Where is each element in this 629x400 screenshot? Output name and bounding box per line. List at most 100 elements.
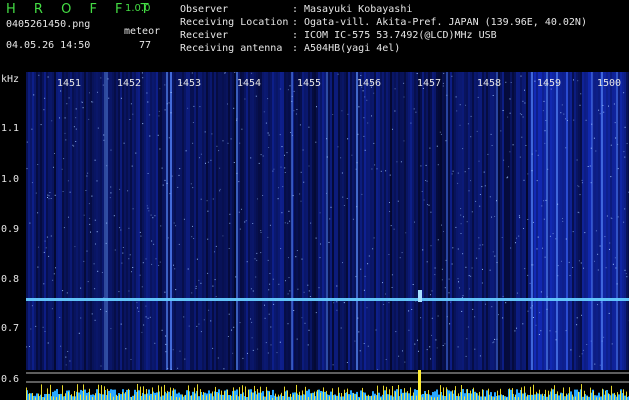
noise-dot xyxy=(239,142,241,144)
noise-dot xyxy=(263,111,265,113)
amplitude-peak xyxy=(458,393,459,400)
noise-dot xyxy=(557,203,559,205)
amplitude-bar xyxy=(240,393,242,400)
noise-dot xyxy=(91,195,93,197)
noise-column xyxy=(480,72,482,380)
noise-dot xyxy=(195,285,197,287)
noise-dot xyxy=(100,308,102,310)
amplitude-peak xyxy=(581,384,582,400)
amplitude-peak xyxy=(266,386,267,400)
noise-dot xyxy=(398,355,400,357)
noise-dot xyxy=(233,162,235,163)
amplitude-bar xyxy=(384,390,386,400)
noise-dot xyxy=(336,309,338,311)
noise-column xyxy=(216,72,218,380)
amplitude-peak xyxy=(497,390,498,400)
noise-dot xyxy=(514,330,516,332)
noise-column xyxy=(514,72,516,380)
amplitude-peak xyxy=(161,386,162,400)
noise-dot xyxy=(466,221,468,223)
noise-dot xyxy=(494,216,496,217)
noise-dot xyxy=(385,359,387,360)
noise-dot xyxy=(269,273,271,274)
noise-dot xyxy=(83,214,85,216)
amplitude-peak xyxy=(68,391,69,400)
noise-dot xyxy=(307,344,309,346)
y-tick-label: 0.8 xyxy=(1,274,20,285)
noise-column xyxy=(72,72,74,380)
noise-column xyxy=(140,72,142,380)
noise-dot xyxy=(536,248,538,250)
meteor-streak xyxy=(166,72,168,370)
noise-dot xyxy=(430,245,432,247)
noise-column xyxy=(412,72,414,380)
amplitude-peak xyxy=(137,384,138,400)
noise-dot xyxy=(267,259,269,261)
amplitude-peak xyxy=(521,387,522,400)
amplitude-peak xyxy=(215,386,216,400)
noise-column xyxy=(394,72,396,380)
noise-dot xyxy=(184,358,186,360)
amplitude-peak xyxy=(212,391,213,400)
noise-column xyxy=(250,72,252,380)
amplitude-peak xyxy=(389,389,390,400)
meteor-streak xyxy=(591,72,593,370)
noise-column xyxy=(518,72,520,380)
noise-dot xyxy=(239,228,241,230)
noise-dot xyxy=(308,126,310,128)
noise-dot xyxy=(245,220,247,222)
noise-dot xyxy=(230,138,232,140)
noise-dot xyxy=(340,327,342,329)
amplitude-bar xyxy=(540,394,542,400)
noise-dot xyxy=(330,206,332,208)
noise-dot xyxy=(315,237,317,239)
noise-dot xyxy=(489,196,491,198)
noise-dot xyxy=(80,317,82,319)
noise-column xyxy=(238,72,240,380)
noise-dot xyxy=(164,109,166,111)
noise-dot xyxy=(337,146,339,148)
noise-dot xyxy=(183,218,185,220)
noise-dot xyxy=(46,236,48,238)
noise-dot xyxy=(250,288,252,290)
noise-dot xyxy=(478,248,480,250)
amplitude-peak xyxy=(314,391,315,400)
receiver-row: Receiver : ICOM IC-575 53.7492(@LCD)MHz … xyxy=(180,29,587,42)
noise-dot xyxy=(479,194,481,195)
amplitude-peak xyxy=(386,386,387,400)
noise-dot xyxy=(68,97,70,99)
noise-column xyxy=(240,72,242,380)
noise-column xyxy=(222,72,224,380)
noise-dot xyxy=(420,165,422,167)
noise-column xyxy=(452,72,454,380)
noise-dot xyxy=(475,200,477,202)
noise-column xyxy=(422,72,424,380)
amplitude-bar xyxy=(294,392,296,400)
noise-column xyxy=(48,72,50,380)
amplitude-peak xyxy=(476,392,477,400)
noise-dot xyxy=(465,104,466,106)
amplitude-bar xyxy=(432,392,434,400)
noise-dot xyxy=(141,72,143,74)
noise-column xyxy=(144,72,146,380)
noise-dot xyxy=(537,154,539,156)
noise-dot xyxy=(374,164,376,166)
noise-dot xyxy=(159,261,161,263)
amplitude-bar xyxy=(78,392,80,400)
noise-dot xyxy=(519,217,521,219)
noise-dot xyxy=(549,235,551,237)
noise-dot xyxy=(522,100,524,102)
noise-dot xyxy=(44,97,46,99)
noise-dot xyxy=(547,168,549,170)
noise-dot xyxy=(233,326,235,328)
amplitude-peak xyxy=(32,393,33,400)
noise-dot xyxy=(455,226,457,228)
noise-dot xyxy=(366,99,368,101)
noise-column xyxy=(550,72,552,380)
noise-dot xyxy=(522,116,524,118)
noise-column xyxy=(66,72,68,380)
noise-dot xyxy=(430,294,431,296)
noise-dot xyxy=(244,221,246,223)
amplitude-peak xyxy=(158,385,159,400)
noise-dot xyxy=(326,156,328,158)
